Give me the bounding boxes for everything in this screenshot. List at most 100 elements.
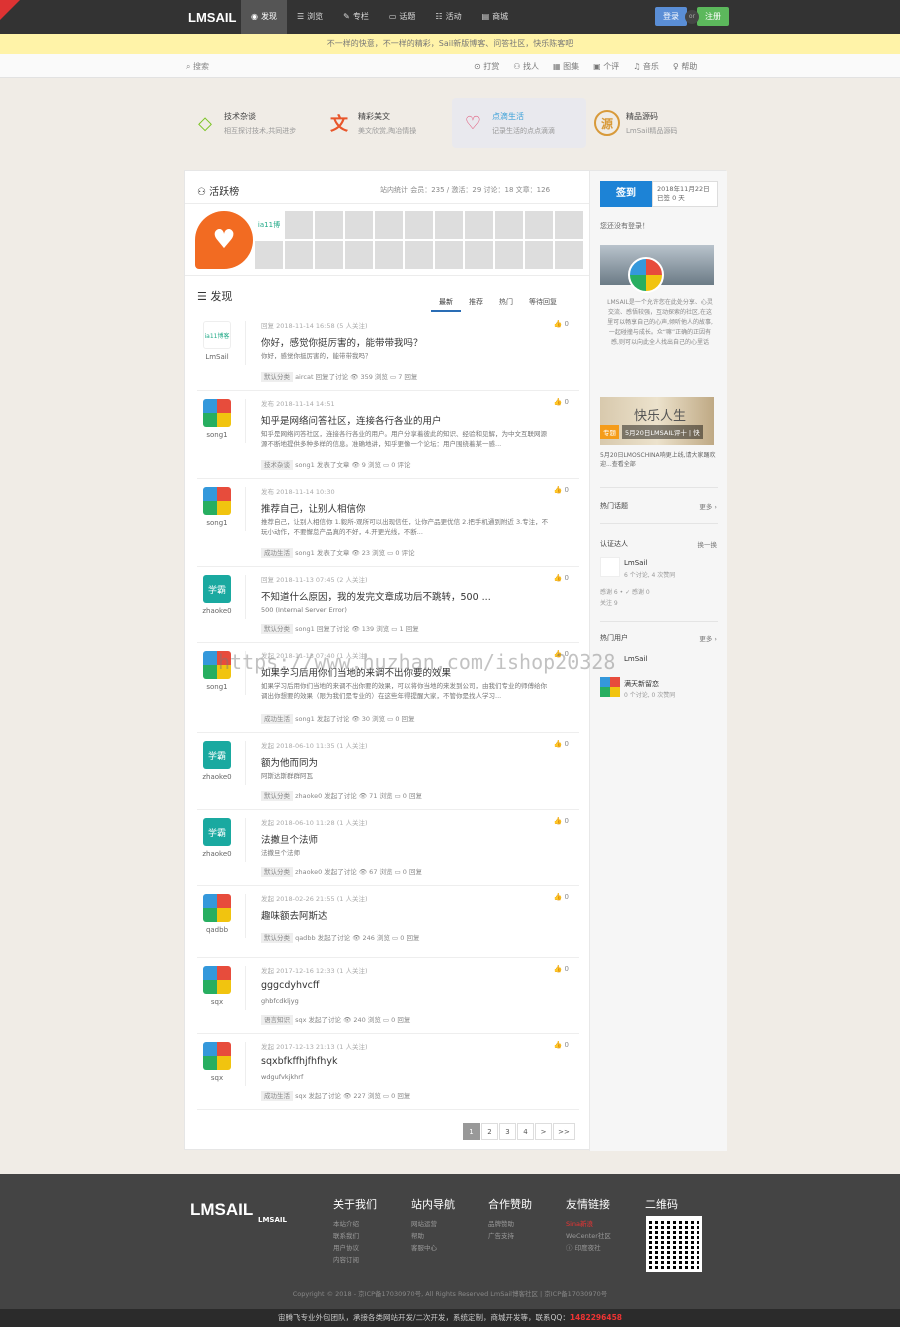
- active-user-avatar[interactable]: [375, 211, 403, 239]
- sublink-review[interactable]: ▣ 个评: [593, 61, 619, 72]
- post-title[interactable]: 不知道什么原因，我的发完文章成功后不跳转，500 ...: [261, 589, 551, 603]
- category-tag[interactable]: 成功生活: [261, 548, 293, 558]
- category-tag[interactable]: 默认分类: [261, 791, 293, 801]
- footer-link[interactable]: Sina新浪: [566, 1218, 611, 1230]
- page-4[interactable]: 4: [517, 1123, 534, 1140]
- active-user-avatar[interactable]: [555, 211, 583, 239]
- page-next[interactable]: >: [535, 1123, 552, 1140]
- sublink-gallery[interactable]: ▦ 图集: [553, 61, 579, 72]
- like-button[interactable]: 👍 0: [554, 574, 569, 582]
- like-button[interactable]: 👍 0: [554, 817, 569, 825]
- active-user-avatar[interactable]: [405, 241, 433, 269]
- user-name[interactable]: qadbb: [197, 926, 237, 934]
- user-name[interactable]: song1: [197, 683, 237, 691]
- footer-link[interactable]: 品牌赞助: [488, 1218, 532, 1230]
- category-tag[interactable]: 成功生活: [261, 1091, 293, 1101]
- footer-link[interactable]: 联系我们: [333, 1230, 377, 1242]
- feature-source[interactable]: 源精品源码 LmSail精品源码: [586, 98, 720, 148]
- active-user-avatar[interactable]: [435, 241, 463, 269]
- user-name[interactable]: zhaoke0: [197, 607, 237, 615]
- tab-hot[interactable]: 热门: [491, 297, 521, 312]
- nav-discover[interactable]: ◉ 发现: [241, 0, 287, 34]
- active-user-avatar[interactable]: [495, 211, 523, 239]
- footer-link[interactable]: 用户协议: [333, 1242, 377, 1254]
- post-title[interactable]: sqxbfkffhjfhfhyk: [261, 1056, 551, 1067]
- user-avatar[interactable]: ia11博客: [203, 321, 231, 349]
- page-3[interactable]: 3: [499, 1123, 516, 1140]
- tab-recommended[interactable]: 推荐: [461, 297, 491, 312]
- like-button[interactable]: 👍 0: [554, 893, 569, 901]
- switch-button[interactable]: 换一换: [698, 539, 718, 549]
- user-name[interactable]: sqx: [197, 1074, 237, 1082]
- post-title[interactable]: 你好，感觉你挺厉害的，能带带我吗？: [261, 335, 551, 349]
- nav-shop[interactable]: ▤ 商城: [472, 0, 519, 34]
- footer-link[interactable]: 网站运营: [411, 1218, 455, 1230]
- active-user-avatar[interactable]: [285, 211, 313, 239]
- like-button[interactable]: 👍 0: [554, 740, 569, 748]
- sublink-help[interactable]: ♀ 帮助: [673, 61, 697, 72]
- register-button[interactable]: 注册: [697, 7, 729, 26]
- active-user-avatar[interactable]: [525, 241, 553, 269]
- active-user-avatar[interactable]: ia11博客: [255, 211, 283, 257]
- sublink-reward[interactable]: ⊙ 打赏: [474, 61, 499, 72]
- nav-column[interactable]: ✎ 专栏: [333, 0, 379, 34]
- like-button[interactable]: 👍 0: [554, 486, 569, 494]
- user-avatar[interactable]: [203, 1042, 231, 1070]
- tab-unanswered[interactable]: 等待回复: [521, 297, 565, 312]
- footer-link[interactable]: 帮助: [411, 1230, 455, 1242]
- nav-topic[interactable]: ▭ 话题: [379, 0, 426, 34]
- category-tag[interactable]: 技术杂谈: [261, 460, 293, 470]
- topic-banner[interactable]: 快乐人生 专题 5月20日LMSAIL评十 | 快: [600, 397, 714, 445]
- sublink-find-people[interactable]: ⚇ 找人: [513, 61, 539, 72]
- like-button[interactable]: 👍 0: [554, 398, 569, 406]
- sublink-music[interactable]: ♫ 音乐: [633, 61, 659, 72]
- active-user-avatar[interactable]: [285, 241, 313, 269]
- footer-link[interactable]: 本站介绍: [333, 1218, 377, 1230]
- post-title[interactable]: 趣味额去阿斯达: [261, 908, 551, 922]
- user-avatar[interactable]: 学霸: [203, 741, 231, 769]
- user-avatar[interactable]: [203, 966, 231, 994]
- category-tag[interactable]: 成功生活: [261, 714, 293, 724]
- hot-user-avatar[interactable]: [600, 677, 620, 697]
- user-name[interactable]: zhaoke0: [197, 773, 237, 781]
- login-button[interactable]: 登录: [655, 7, 687, 26]
- user-avatar[interactable]: [203, 487, 231, 515]
- category-tag[interactable]: 默认分类: [261, 372, 293, 382]
- hot-user-name[interactable]: 满天新留恋: [624, 679, 659, 689]
- footer-link[interactable]: 广告支持: [488, 1230, 532, 1242]
- footer-link[interactable]: WeCenter社区: [566, 1230, 611, 1242]
- footer-link[interactable]: ⓘ 印度夜社: [566, 1242, 611, 1254]
- user-avatar[interactable]: 学霸: [203, 818, 231, 846]
- hot-topics-more[interactable]: 更多 ›: [699, 501, 717, 511]
- qq-number[interactable]: 1482296458: [570, 1313, 622, 1322]
- active-user-avatar[interactable]: [465, 211, 493, 239]
- nav-activity[interactable]: ☷ 活动: [425, 0, 471, 34]
- active-user-avatar[interactable]: [315, 211, 343, 239]
- active-user-avatar[interactable]: [375, 241, 403, 269]
- category-tag[interactable]: 默认分类: [261, 624, 293, 634]
- category-tag[interactable]: 默认分类: [261, 933, 293, 943]
- verified-name[interactable]: LmSail: [624, 559, 647, 567]
- active-user-avatar[interactable]: [315, 241, 343, 269]
- user-name[interactable]: song1: [197, 519, 237, 527]
- tab-latest[interactable]: 最新: [431, 297, 461, 312]
- hot-user-name[interactable]: LmSail: [624, 655, 647, 663]
- signin-button[interactable]: 签到: [600, 181, 652, 207]
- user-name[interactable]: LmSail: [197, 353, 237, 361]
- post-title[interactable]: 推荐自己，让别人相信你: [261, 501, 551, 515]
- active-user-avatar[interactable]: [435, 211, 463, 239]
- site-logo[interactable]: LMSAIL: [188, 10, 236, 25]
- category-tag[interactable]: 语言知识: [261, 1015, 293, 1025]
- like-button[interactable]: 👍 0: [554, 1041, 569, 1049]
- like-button[interactable]: 👍 0: [554, 965, 569, 973]
- feature-article[interactable]: 文精彩美文 美文欣赏,陶冶情操: [318, 98, 452, 148]
- user-avatar[interactable]: 学霸: [203, 575, 231, 603]
- feature-tech[interactable]: ◇ 技术杂谈 相互探讨技术,共同进步: [184, 98, 318, 148]
- like-button[interactable]: 👍 0: [554, 320, 569, 328]
- feature-life[interactable]: ♡ 点滴生活 记录生活的点点滴滴: [452, 98, 586, 148]
- nav-browse[interactable]: ☰ 浏览: [287, 0, 333, 34]
- search-link[interactable]: ⌕ 搜索: [186, 61, 209, 72]
- user-name[interactable]: zhaoke0: [197, 850, 237, 858]
- active-user-avatar[interactable]: [465, 241, 493, 269]
- footer-link[interactable]: 内容订阅: [333, 1254, 377, 1266]
